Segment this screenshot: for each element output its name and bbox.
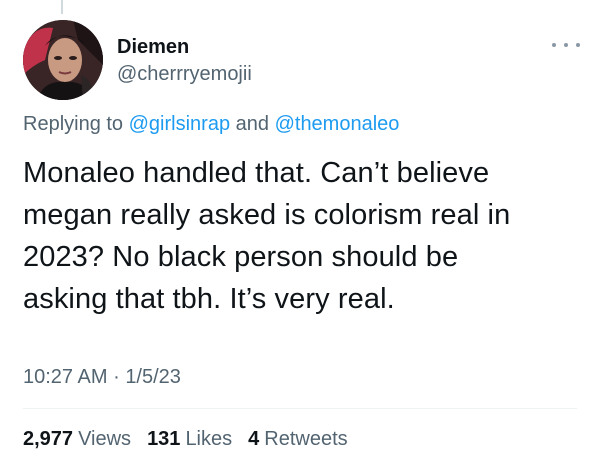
more-options-icon[interactable]	[552, 38, 580, 52]
likes-count: 131	[147, 428, 181, 450]
dot-icon	[564, 43, 568, 47]
tweet-text-line: 2023? No black person should be	[23, 241, 459, 273]
author-handle[interactable]: @cherrryemojii	[117, 63, 252, 86]
avatar[interactable]	[23, 20, 103, 100]
tweet-text: Monaleo handled that. Can’t believe mega…	[23, 152, 583, 320]
tweet-time: 10:27 AM	[23, 366, 108, 388]
retweets-stat[interactable]: 4 Retweets	[248, 428, 348, 451]
author-name[interactable]: Diemen	[117, 36, 189, 59]
thread-connector-line	[61, 0, 63, 14]
timestamp-separator: ·	[113, 366, 120, 388]
tweet-text-line: asking that tbh. It’s very real.	[23, 283, 395, 315]
replying-conjunction: and	[235, 113, 270, 135]
likes-label: Likes	[185, 428, 233, 450]
views-label: Views	[78, 428, 132, 450]
retweets-label: Retweets	[264, 428, 348, 450]
views-count: 2,977	[23, 428, 74, 450]
views-stat[interactable]: 2,977 Views	[23, 428, 131, 451]
replying-to-line: Replying to @girlsinrap and @themonaleo	[23, 113, 399, 136]
mention-girlsinrap[interactable]: @girlsinrap	[129, 113, 230, 135]
dot-icon	[552, 43, 556, 47]
tweet-timestamp[interactable]: 10:27 AM · 1/5/23	[23, 366, 181, 389]
profile-photo-icon	[23, 20, 103, 100]
tweet-text-line: Monaleo handled that. Can’t believe	[23, 157, 490, 189]
retweets-count: 4	[248, 428, 260, 450]
divider	[23, 408, 577, 409]
tweet-stats: 2,977 Views 131 Likes 4 Retweets	[23, 428, 348, 451]
mention-themonaleo[interactable]: @themonaleo	[275, 113, 400, 135]
replying-prefix: Replying to	[23, 113, 124, 135]
likes-stat[interactable]: 131 Likes	[147, 428, 232, 451]
tweet-text-line: megan really asked is colorism real in	[23, 199, 511, 231]
tweet-date: 1/5/23	[125, 366, 181, 388]
dot-icon	[576, 43, 580, 47]
